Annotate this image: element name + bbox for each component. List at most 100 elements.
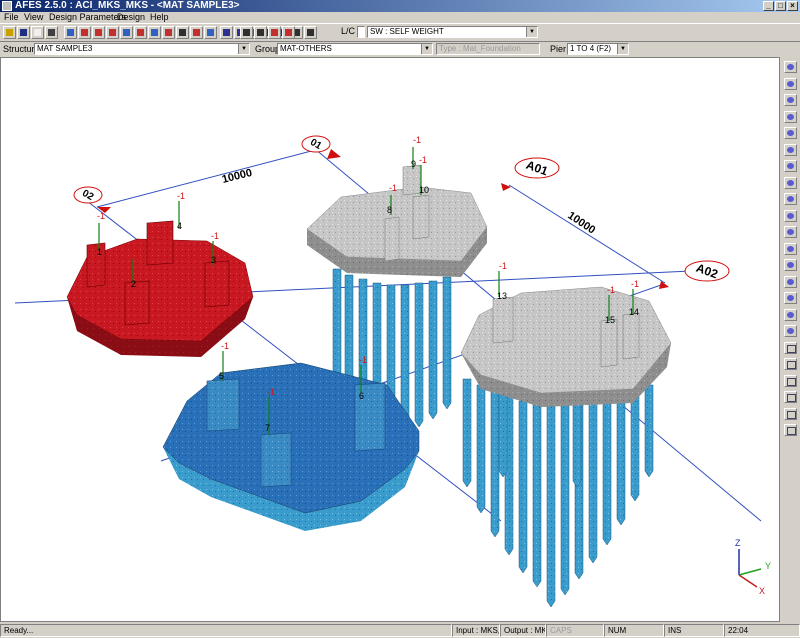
pile-button[interactable] <box>120 26 133 39</box>
grid-tag-a01[interactable]: A01 <box>514 157 560 179</box>
box-view-2-button[interactable] <box>784 391 797 403</box>
pier-select[interactable]: 1 TO 4 (F2) ▼ <box>567 43 629 55</box>
lc-spinner[interactable] <box>357 26 365 38</box>
box-view-3-button[interactable] <box>784 407 797 420</box>
front-view-button[interactable] <box>784 242 797 255</box>
pile-add-button[interactable] <box>134 26 147 39</box>
zoom-in-button[interactable] <box>784 160 797 172</box>
mesh-icon <box>223 29 230 36</box>
load-button[interactable] <box>148 26 161 39</box>
svg-text:-1: -1 <box>267 387 275 397</box>
perspective-button[interactable] <box>784 358 797 370</box>
rotate-z-button[interactable] <box>784 94 797 106</box>
settings-button[interactable] <box>45 26 58 39</box>
pier-add-icon <box>109 29 116 36</box>
zoom-window-button[interactable] <box>784 193 797 205</box>
node-label: 3 <box>211 255 216 265</box>
mat-foundation-2 <box>66 220 254 357</box>
model-viewport[interactable]: -1 -1 -1 -1 -1 -1 -1 -1 -1 -1 -1 -1 -1 1… <box>0 57 780 622</box>
snap-button[interactable] <box>190 26 203 39</box>
orbit-button[interactable] <box>784 127 797 139</box>
rotate-y-button[interactable] <box>784 77 797 90</box>
minimize-button[interactable]: _ <box>763 1 774 11</box>
rotate-x-icon <box>787 64 794 70</box>
chevron-down-icon: ▼ <box>238 44 249 54</box>
svg-text:-1: -1 <box>359 355 367 365</box>
design-button[interactable] <box>254 26 267 39</box>
beam-button[interactable] <box>162 26 175 39</box>
close-button[interactable]: × <box>787 1 798 11</box>
table-button[interactable] <box>204 26 217 39</box>
box-view-4-button[interactable] <box>784 424 797 436</box>
box-view-button[interactable] <box>784 374 797 387</box>
new-button[interactable] <box>31 26 44 39</box>
hide-button[interactable] <box>784 308 797 321</box>
top-view-button[interactable] <box>784 275 797 288</box>
pier-label: Pier <box>550 44 567 54</box>
node-label: 5 <box>219 371 224 381</box>
zoom-all-icon <box>787 212 794 219</box>
flag-button[interactable] <box>282 26 295 39</box>
type-select: Type : Mat_Foundation <box>436 43 540 55</box>
structure-select[interactable]: MAT SAMPLE3 ▼ <box>34 43 250 55</box>
cut-button[interactable] <box>78 26 91 39</box>
pier-add-button[interactable] <box>106 26 119 39</box>
app-icon <box>2 1 12 11</box>
dimension-label: 10000 <box>221 167 254 186</box>
grid-tag-a02[interactable]: A02 <box>684 260 730 282</box>
menu-help[interactable]: Help <box>150 12 169 23</box>
fit-button[interactable] <box>784 226 797 238</box>
model-canvas[interactable]: -1 -1 -1 -1 -1 -1 -1 -1 -1 -1 -1 -1 -1 1… <box>1 58 780 622</box>
pile-icon <box>123 29 130 36</box>
open-button[interactable] <box>3 26 16 39</box>
load-case-select[interactable]: SW : SELF WEIGHT ▼ <box>367 26 538 38</box>
pan-button[interactable] <box>784 143 797 156</box>
zoom-all-button[interactable] <box>784 209 797 222</box>
pier-value: 1 TO 4 (F2) <box>570 44 612 53</box>
new-icon <box>34 29 41 36</box>
maximize-button[interactable]: □ <box>775 1 786 11</box>
node-label: 10 <box>419 185 429 195</box>
chevron-down-icon: ▼ <box>617 44 628 54</box>
shade-button[interactable] <box>784 341 797 354</box>
mesh-button[interactable] <box>220 26 233 39</box>
node-label: 7 <box>265 423 270 433</box>
zoom-out-button[interactable] <box>784 176 797 189</box>
menu-design[interactable]: Design <box>117 12 145 23</box>
wire-icon <box>787 328 794 334</box>
grid-button[interactable] <box>64 26 77 39</box>
iso-view-button[interactable] <box>784 292 797 304</box>
zoom-window-icon <box>787 196 794 202</box>
axis-triad-icon: Z Y X <box>735 538 771 596</box>
stop-button[interactable] <box>268 26 281 39</box>
menu-view[interactable]: View <box>24 12 43 23</box>
print-button[interactable] <box>240 26 253 39</box>
group-select[interactable]: MAT-OTHERS ▼ <box>277 43 433 55</box>
status-input: Input : MKS, <box>452 624 500 637</box>
side-view-icon <box>787 262 794 268</box>
report-button[interactable] <box>304 26 317 39</box>
chevron-down-icon: ▼ <box>526 27 537 37</box>
svg-text:-1: -1 <box>607 285 615 295</box>
node-label: 15 <box>605 315 615 325</box>
rotate-free-button[interactable] <box>784 110 797 123</box>
menu-design-parameters[interactable]: Design Parameters <box>49 12 126 23</box>
side-view-button[interactable] <box>784 259 797 271</box>
status-num: NUM <box>604 624 664 637</box>
grid-tag-02[interactable]: 02 <box>73 186 103 204</box>
pier-button[interactable] <box>92 26 105 39</box>
menu-file[interactable]: File <box>4 12 19 23</box>
wire-button[interactable] <box>784 325 797 337</box>
axis-y-label: Y <box>765 561 771 571</box>
node-label: 9 <box>411 159 416 169</box>
axis-button[interactable] <box>176 26 189 39</box>
beam-icon <box>165 29 172 36</box>
rotate-x-button[interactable] <box>784 61 797 73</box>
box-view-3-icon <box>787 410 796 419</box>
mat-foundation-4 <box>162 362 420 531</box>
box-view-2-icon <box>787 394 796 402</box>
cut-icon <box>81 29 88 36</box>
svg-text:-1: -1 <box>221 341 229 351</box>
grid-tag-01[interactable]: 01 <box>301 135 331 153</box>
save-button[interactable] <box>17 26 30 39</box>
